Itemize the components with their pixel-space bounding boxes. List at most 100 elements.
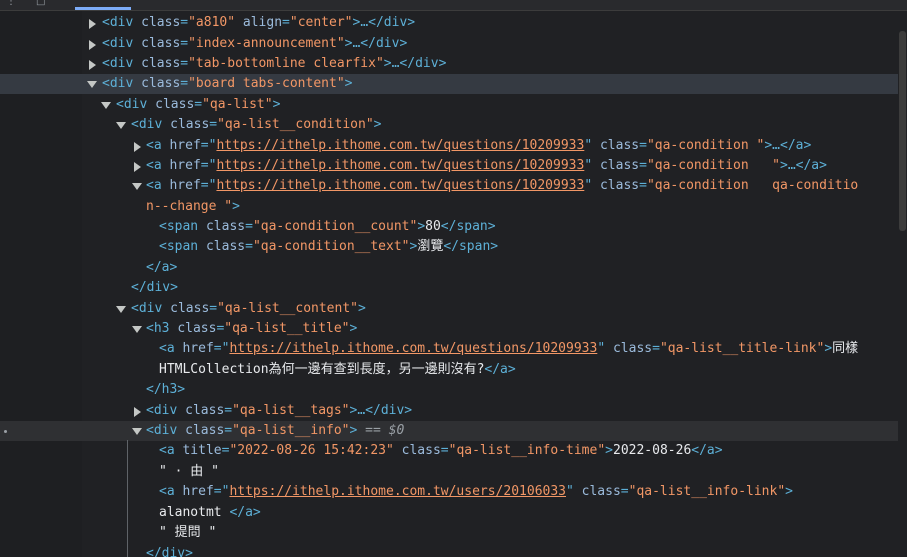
tag-rest: > <box>344 76 353 91</box>
href-link[interactable]: https://ithelp.ithome.com.tw/questions/1… <box>216 138 584 153</box>
attr-name: align <box>242 15 283 30</box>
menu-icon[interactable]: ⋮ <box>6 0 16 7</box>
dom-node-qa-condition-change[interactable]: <a href="https://ithelp.ithome.com.tw/qu… <box>0 176 898 196</box>
equals: = <box>180 76 189 91</box>
text-node: 瀏覽 <box>417 239 444 254</box>
tag-rest: >…</div> <box>383 56 447 71</box>
collapse-triangle-icon[interactable] <box>101 102 111 109</box>
dom-node-qa-list-info-selected[interactable]: <div class="qa-list__info"> == $0 <box>0 421 898 441</box>
dom-node-text-by[interactable]: " · 由 " <box>0 462 898 482</box>
equals: = <box>620 484 629 499</box>
tag-close: </a> <box>691 443 723 458</box>
tag-open: <div <box>102 76 134 91</box>
dom-node-close-h3[interactable]: </h3> <box>0 380 898 400</box>
attr-value: "qa-list__title-link" <box>659 341 825 356</box>
tag-open: <a <box>159 443 175 458</box>
dom-node-info-time[interactable]: <a title="2022-08-26 15:42:23" class="qa… <box>0 441 898 461</box>
equals: = <box>209 301 218 316</box>
attr-name: href <box>182 341 214 356</box>
attr-name: class <box>612 341 653 356</box>
text-node: HTMLCollection為何一邊有查到長度，另一邊則沒有? <box>159 362 485 377</box>
attr-name: class <box>177 321 217 336</box>
dom-node-info-link[interactable]: <a href="https://ithelp.ithome.com.tw/us… <box>0 482 898 502</box>
attr-value: "qa-condition__text" <box>252 239 410 254</box>
elements-dom-tree: <div class="a810" align="center">…</div>… <box>0 11 898 557</box>
selection-guide-line <box>127 440 128 557</box>
dom-node-a810[interactable]: <div class="a810" align="center">…</div> <box>0 13 898 33</box>
tag-gt: > <box>605 443 613 458</box>
expand-triangle-icon[interactable] <box>134 162 141 172</box>
dom-node-close-a[interactable]: </a> <box>0 258 898 278</box>
collapse-triangle-icon[interactable] <box>116 122 126 129</box>
equals: = <box>213 341 222 356</box>
collapse-triangle-icon[interactable] <box>132 428 142 435</box>
attr-name: href <box>182 484 214 499</box>
collapse-triangle-icon[interactable] <box>132 183 142 190</box>
href-link[interactable]: https://ithelp.ithome.com.tw/questions/1… <box>229 341 597 356</box>
dom-node-span-count[interactable]: <span class="qa-condition__count">80</sp… <box>0 217 898 237</box>
collapse-triangle-icon[interactable] <box>87 81 97 88</box>
attr-name: class <box>205 239 246 254</box>
tag-open: <span <box>159 239 199 254</box>
expand-triangle-icon[interactable] <box>89 40 96 50</box>
equals: = <box>639 138 647 153</box>
dom-node-qa-list[interactable]: <div class="qa-list"> <box>0 95 898 115</box>
tag-close: </a> <box>146 260 178 275</box>
equals: = <box>440 443 449 458</box>
dom-node-username[interactable]: alanotmt </a> <box>0 503 898 523</box>
equals: = <box>224 403 233 418</box>
dom-node-span-text[interactable]: <span class="qa-condition__text">瀏覽</spa… <box>0 237 898 257</box>
attr-value: "center" <box>289 15 353 30</box>
href-link[interactable]: https://ithelp.ithome.com.tw/questions/1… <box>216 178 584 193</box>
text-node: 2022-08-26 <box>613 443 692 458</box>
attr-name: class <box>170 301 210 316</box>
expand-triangle-icon[interactable] <box>134 142 141 152</box>
expand-triangle-icon[interactable] <box>89 60 96 70</box>
attr-value: "qa-condition qa-conditio <box>646 178 859 193</box>
equals: = <box>639 178 647 193</box>
attr-value: "tab-bottomline clearfix" <box>188 56 384 71</box>
attr-value: "board tabs-content" <box>188 76 345 91</box>
tag-rest: > <box>373 117 382 132</box>
tag-open: <div <box>116 97 148 112</box>
dom-node-qa-condition-a[interactable]: <a href="https://ithelp.ithome.com.tw/qu… <box>0 136 898 156</box>
dom-node-title-link[interactable]: <a href="https://ithelp.ithome.com.tw/qu… <box>0 339 898 359</box>
expand-triangle-icon[interactable] <box>89 19 96 29</box>
dom-node-qa-list-tags[interactable]: <div class="qa-list__tags">…</div> <box>0 401 898 421</box>
expand-triangle-icon[interactable] <box>134 407 141 417</box>
attr-name: href <box>169 138 201 153</box>
href-link[interactable]: https://ithelp.ithome.com.tw/users/20106… <box>229 484 566 499</box>
dom-node-qa-condition-b[interactable]: <a href="https://ithelp.ithome.com.tw/qu… <box>0 156 898 176</box>
attr-name: class <box>141 56 181 71</box>
devtools-tab-bar: ⋮ □ <box>0 0 907 11</box>
dom-node-tab-bottomline[interactable]: <div class="tab-bottomline clearfix">…</… <box>0 54 898 74</box>
tag-rest: >…</div> <box>344 36 408 51</box>
equals: = <box>200 158 209 173</box>
collapse-triangle-icon[interactable] <box>132 326 142 333</box>
dom-node-board-tabs-content[interactable]: <div class="board tabs-content"> <box>0 74 898 94</box>
dom-node-qa-list-content[interactable]: <div class="qa-list__content"> <box>0 299 898 319</box>
panel-icon[interactable]: □ <box>36 0 45 7</box>
collapse-triangle-icon[interactable] <box>116 306 126 313</box>
dom-node-text-asked[interactable]: " 提問 " <box>0 523 898 543</box>
equals: = <box>180 15 189 30</box>
vertical-scrollbar[interactable] <box>898 11 907 557</box>
attr-name: class <box>141 76 181 91</box>
tag-rest: > <box>358 301 366 316</box>
text-node: 80 <box>425 219 441 234</box>
attr-name: class <box>185 423 225 438</box>
attr-name: title <box>182 443 222 458</box>
href-link[interactable]: https://ithelp.ithome.com.tw/questions/1… <box>216 158 584 173</box>
dom-node-close-div[interactable]: </div> <box>0 278 898 298</box>
attr-name: class <box>141 36 181 51</box>
tag-open: <a <box>146 158 162 173</box>
equals: = <box>209 117 218 132</box>
attr-name: class <box>599 178 640 193</box>
tag-open: <div <box>146 423 178 438</box>
dom-node-qa-list-condition[interactable]: <div class="qa-list__condition"> <box>0 115 898 135</box>
scrollbar-thumb[interactable] <box>899 31 906 231</box>
equals: = <box>180 36 189 51</box>
dom-node-h3-title[interactable]: <h3 class="qa-list__title"> <box>0 319 898 339</box>
dom-node-index-announcement[interactable]: <div class="index-announcement">…</div> <box>0 34 898 54</box>
dom-node-close-info-div[interactable]: </div> <box>0 544 898 557</box>
